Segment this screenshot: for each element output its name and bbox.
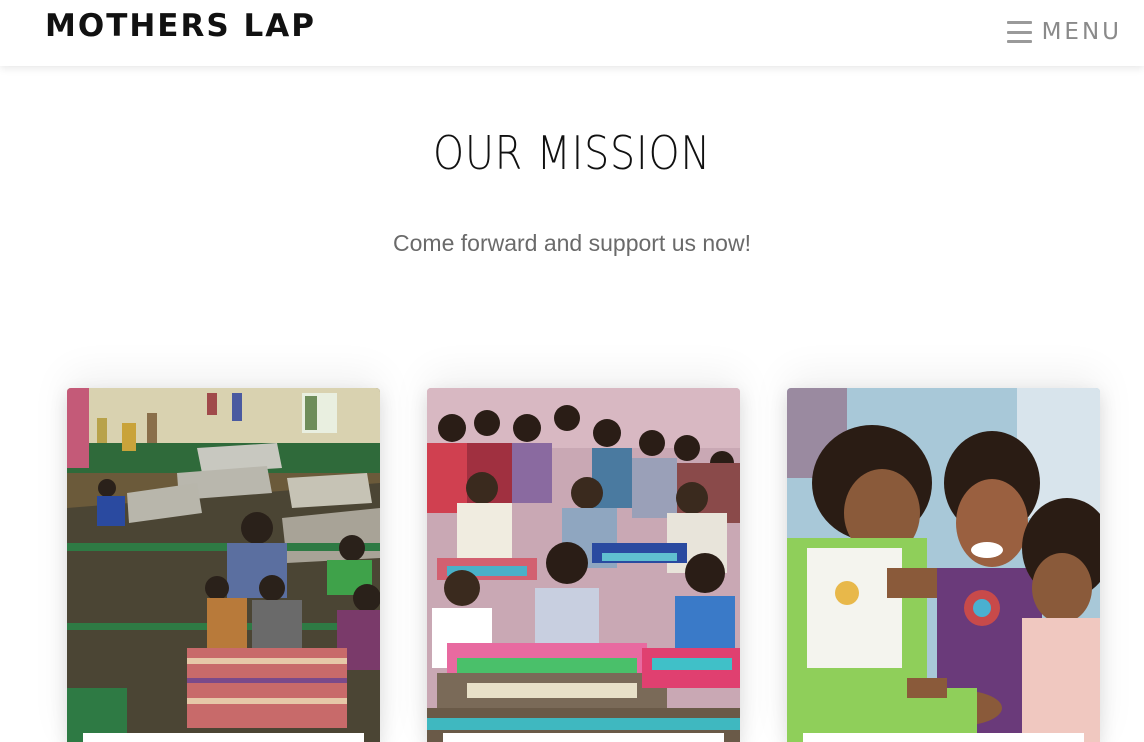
mission-section: OUR MISSION Come forward and support us … xyxy=(0,66,1144,742)
section-title: OUR MISSION xyxy=(432,126,712,180)
navbar: MOTHERS LAP MENU xyxy=(0,0,1144,66)
mission-card-1[interactable] xyxy=(67,388,380,742)
mission-card-3[interactable] xyxy=(787,388,1100,742)
card-caption-1 xyxy=(83,733,364,742)
hamburger-icon[interactable] xyxy=(1006,21,1032,43)
mission-card-2[interactable] xyxy=(427,388,740,742)
brand-logo[interactable]: MOTHERS LAP xyxy=(45,8,316,44)
menu-button[interactable]: MENU xyxy=(1006,17,1122,47)
section-subtitle: Come forward and support us now! xyxy=(393,230,751,256)
dormitory-children-photo xyxy=(67,388,380,742)
card-caption-3 xyxy=(803,733,1084,742)
menu-label[interactable]: MENU xyxy=(1042,19,1122,45)
children-with-books-photo xyxy=(427,388,740,742)
smiling-girls-photo xyxy=(787,388,1100,742)
card-caption-2 xyxy=(443,733,724,742)
